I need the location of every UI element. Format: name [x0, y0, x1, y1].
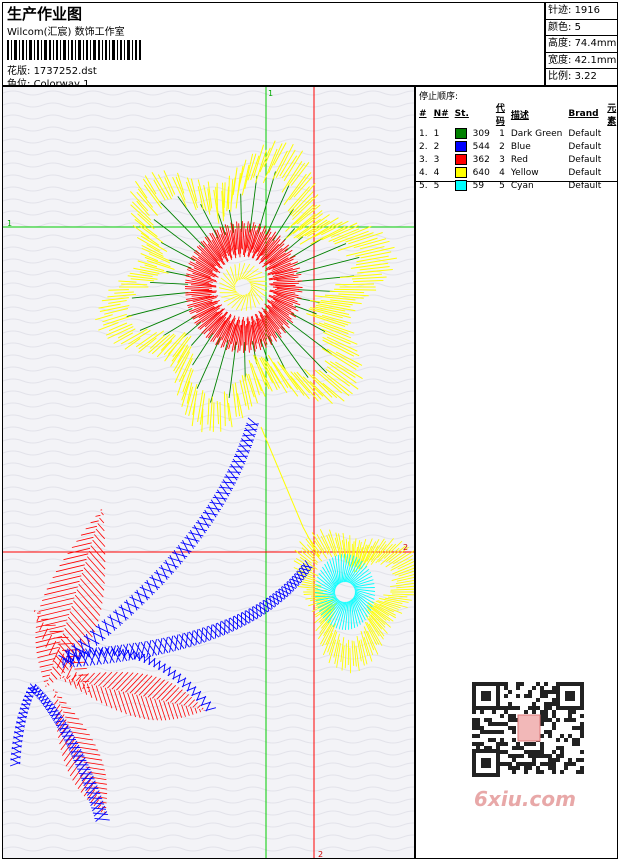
stat-scale: 比例: 3.22 [548, 71, 597, 82]
stat-width: 宽度: 42.1mm [546, 53, 617, 69]
embroidery-preview: 1 1 2 2 [2, 86, 415, 859]
embroidery-canvas: 1 1 2 2 [3, 87, 414, 858]
thread-table-header: # N# St. 代码 描述 Brand 元素 [419, 104, 617, 127]
guide-label-v2: 2 [318, 850, 323, 858]
side-panel: 停止顺序: # N# St. 代码 描述 Brand 元素 1. 1 309 1 Dar… [415, 86, 618, 859]
qr-code-icon [472, 682, 584, 777]
thread-row: 3. 3 362 3 Red Default [419, 154, 602, 165]
stats-box: 针迹: 1916 颜色: 5 高度: 74.4mm 宽度: 42.1mm 比例:… [545, 2, 618, 86]
color-swatch [454, 180, 467, 191]
thread-table: # N# St. 代码 描述 Brand 元素 1. 1 309 1 Dark Gree… [416, 101, 619, 192]
guide-label-v1: 1 [268, 89, 273, 98]
stat-height: 高度: 74.4mm [546, 36, 617, 53]
color-swatch [454, 154, 467, 165]
watermark-logo: 6xiu.com [474, 787, 576, 811]
studio-name: Wilcom(汇宸) 数饰工作室 [7, 27, 125, 38]
stop-sequence: 停止顺序: # N# St. 代码 描述 Brand 元素 1. 1 309 1 Dar… [416, 87, 617, 191]
color-swatch [454, 128, 467, 139]
stat-colors: 颜色: 5 [546, 20, 617, 36]
stat-stitches: 针迹: 1916 [546, 3, 617, 20]
production-sheet: 生产作业图 Wilcom(汇宸) 数饰工作室 花版: 1737252.dst 色… [0, 0, 620, 861]
thread-row: 5. 5 59 5 Cyan Default [419, 180, 602, 191]
color-swatch [454, 167, 467, 178]
barcode-icon [7, 40, 141, 60]
guide-label-h1: 1 [7, 219, 12, 228]
header-info: 生产作业图 Wilcom(汇宸) 数饰工作室 花版: 1737252.dst 色… [2, 2, 545, 90]
color-swatch [454, 141, 467, 152]
sheet-title: 生产作业图 [7, 5, 83, 23]
guide-label-h2: 2 [403, 543, 408, 552]
thread-row: 2. 2 544 2 Blue Default [419, 141, 602, 152]
thread-row: 4. 4 640 4 Yellow Default [419, 167, 602, 178]
thread-row: 1. 1 309 1 Dark Green Default [419, 128, 602, 139]
